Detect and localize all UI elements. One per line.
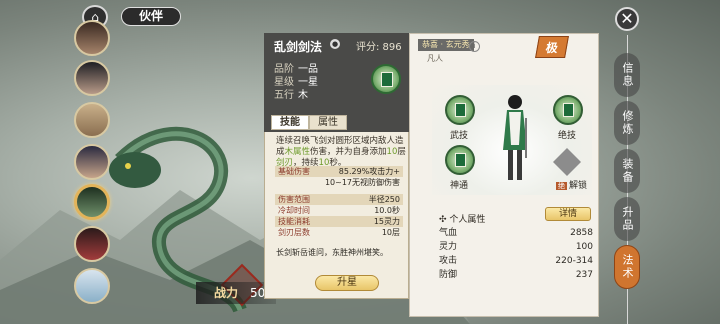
stat-row: 冷却时间 10.0秒	[278, 206, 400, 215]
stat-row: 技能消耗 15灵力	[275, 216, 403, 227]
skill-score: 评分: 896	[356, 42, 402, 53]
attribute-row: 攻击 220-314	[439, 256, 593, 266]
element-icon: ●	[330, 39, 340, 49]
skill-flavor-text: 长剑斩岳谁问，东胜神州堪笑。	[276, 248, 388, 257]
realm-label: 凡人	[427, 54, 443, 63]
attribute-row: 防御 237	[439, 270, 593, 280]
skill-name: 乱剑剑法	[274, 40, 323, 54]
attribute-row: 灵力 100	[439, 242, 593, 252]
cross-icon: ✣	[439, 215, 447, 225]
tab-attributes[interactable]: 属性	[309, 115, 347, 130]
menu-info[interactable]: 信息	[614, 53, 640, 97]
details-button[interactable]: 详情	[545, 207, 591, 221]
companion-avatar[interactable]	[74, 226, 110, 262]
companion-avatar-selected[interactable]	[74, 184, 110, 220]
power-label: 战力	[214, 286, 239, 300]
menu-spells[interactable]: 法术	[614, 245, 640, 289]
skill-slot-martial[interactable]	[445, 95, 475, 125]
page-title: 伙伴	[121, 7, 181, 26]
power-value: 50	[250, 286, 266, 300]
menu-cultivate[interactable]: 修炼	[614, 101, 640, 145]
skill-tabs: 技能 属性	[271, 115, 347, 130]
menu-promote[interactable]: 升品	[614, 197, 640, 241]
attributes-list: 气血 2858 灵力 100 攻击 220-314 防御 237	[439, 226, 593, 282]
skill-slot-ultimate[interactable]	[553, 95, 583, 125]
companion-avatar[interactable]	[74, 102, 110, 138]
stat-row: 基础伤害 85.29%攻击力+	[275, 166, 403, 177]
slot-label: 神通	[450, 181, 469, 191]
stat-row: 剑刃层数 10层	[278, 228, 400, 237]
companion-avatar[interactable]	[74, 60, 110, 96]
skill-description: 连续召唤飞剑对圆形区域内敌人造成木属性伤害，并为自身添加10层剑刃，持续10秒。	[276, 136, 406, 168]
unlock-label: 绝解锁	[556, 181, 588, 191]
stat-row: 10~17无视防御伤害	[324, 178, 400, 187]
companion-name-tag: 恭喜 · 玄元秀	[418, 39, 474, 51]
companion-list	[74, 20, 114, 324]
skill-book-icon	[371, 64, 401, 94]
skill-slot-divine[interactable]	[445, 145, 475, 175]
stat-row: 伤害范围 半径250	[275, 194, 403, 205]
upgrade-star-button[interactable]: 升星	[315, 275, 379, 291]
close-icon: ✕	[620, 9, 634, 28]
rank-badge: 极	[535, 36, 569, 58]
attributes-header: ✣ 个人属性	[439, 215, 486, 225]
hero-figure	[503, 95, 527, 180]
skill-meta-element: 五行木	[274, 90, 308, 101]
tab-skill[interactable]: 技能	[271, 115, 309, 130]
menu-equipment[interactable]: 装备	[614, 149, 640, 193]
info-icon[interactable]: i	[469, 41, 480, 52]
slot-label: 绝技	[558, 131, 577, 141]
companion-avatar[interactable]	[74, 20, 110, 56]
skill-stats-table: 基础伤害 85.29%攻击力+ 10~17无视防御伤害 伤害范围 半径250 冷却时…	[275, 166, 403, 238]
companion-avatar[interactable]	[74, 144, 110, 180]
close-button[interactable]: ✕	[615, 7, 639, 31]
companion-avatar[interactable]	[74, 268, 110, 304]
slot-label: 武技	[450, 131, 469, 141]
attribute-row: 气血 2858	[439, 228, 593, 238]
